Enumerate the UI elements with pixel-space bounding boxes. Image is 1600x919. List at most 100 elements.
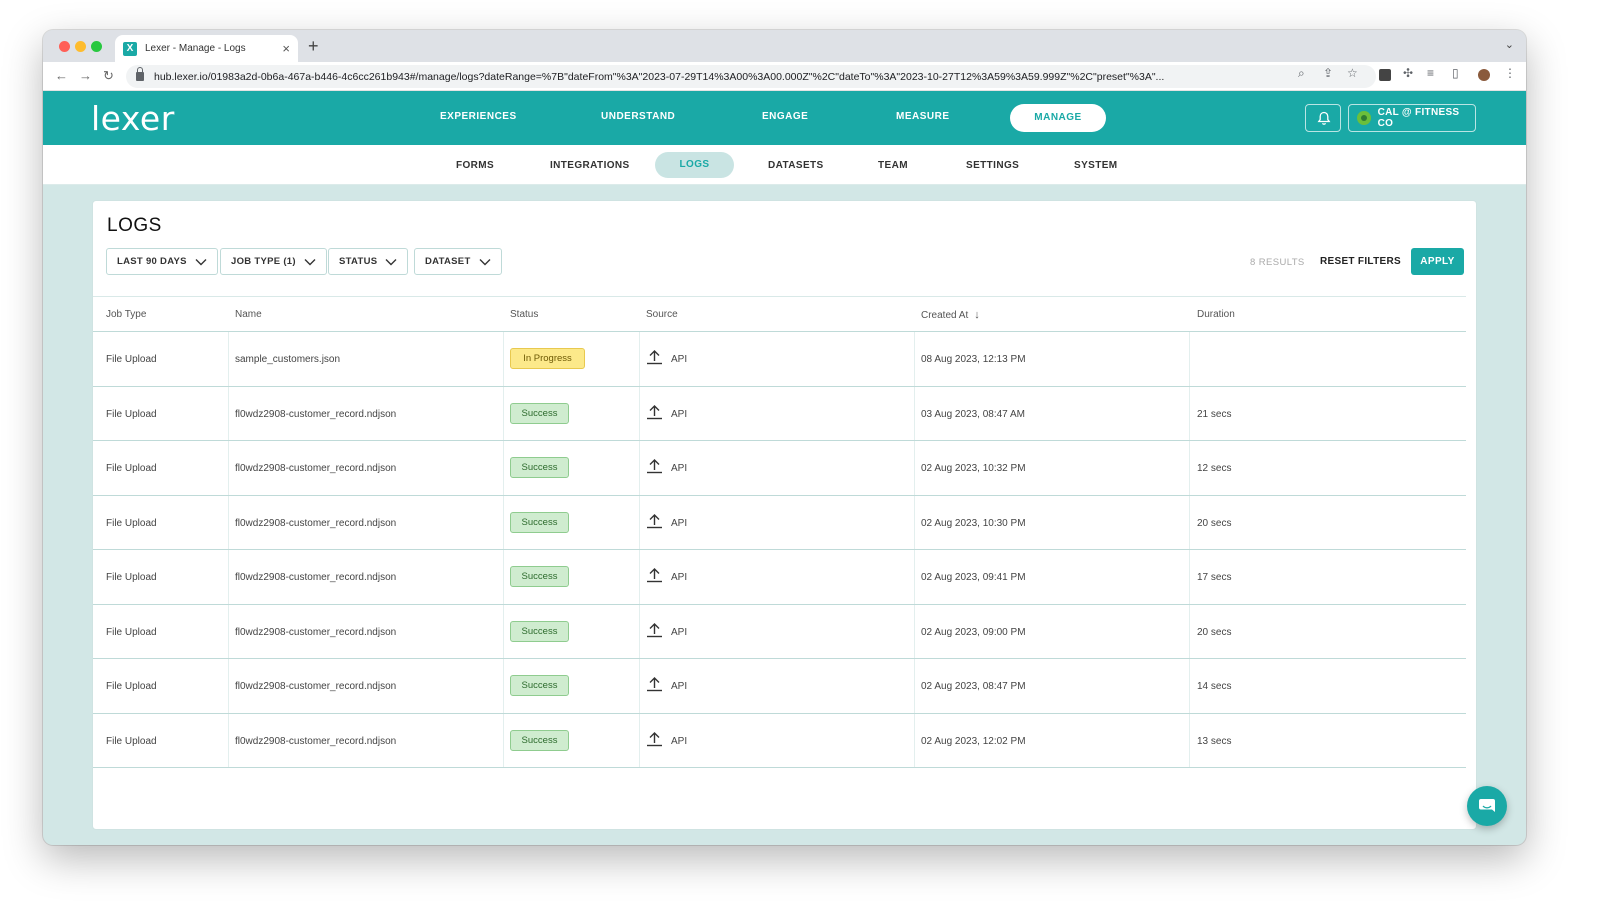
status-badge: Success [510,620,569,642]
column-divider [503,386,504,440]
new-tab-plus-icon[interactable]: + [308,36,319,57]
subnav-forms[interactable]: FORMS [456,160,494,171]
column-created-at[interactable]: Created At ↓ [921,309,980,321]
filter-date-range[interactable]: LAST 90 DAYS [106,248,218,275]
cell-source: API [671,681,688,692]
subnav-datasets[interactable]: DATASETS [768,160,824,171]
close-window-button[interactable] [59,41,70,52]
extension-icon[interactable] [1379,69,1391,81]
nav-measure[interactable]: MEASURE [896,111,950,122]
cell-duration: 14 secs [1197,681,1232,692]
cell-duration: 21 secs [1197,408,1232,420]
column-source[interactable]: Source [646,309,678,320]
address-bar[interactable]: hub.lexer.io/01983a2d-0b6a-467a-b446-4c6… [126,65,1376,88]
profile-avatar-icon[interactable] [1478,69,1490,81]
subnav-system[interactable]: SYSTEM [1074,160,1118,171]
cell-created-at: 03 Aug 2023, 08:47 AM [921,408,1025,420]
table-row[interactable]: File Upload fl0wdz2908-customer_record.nd… [93,550,1466,605]
forward-arrow-icon[interactable]: → [79,68,92,83]
column-divider [1189,659,1190,713]
column-divider [1189,386,1190,440]
share-icon[interactable]: ⇪ [1323,66,1333,80]
puzzle-icon[interactable]: ✣ [1403,66,1413,80]
cell-created-at: 02 Aug 2023, 10:30 PM [921,517,1026,529]
reading-list-icon[interactable]: ≡ [1427,66,1434,80]
cell-name: fl0wdz2908-customer_record.ndjson [235,572,397,583]
nav-experiences[interactable]: EXPERIENCES [440,111,517,122]
table-row[interactable]: File Upload fl0wdz2908-customer_record.nd… [93,659,1466,714]
tab-close-icon[interactable]: × [282,41,290,56]
table-row[interactable]: File Upload fl0wdz2908-customer_record.nd… [93,495,1466,550]
cell-job-type: File Upload [106,626,157,638]
table-row[interactable]: File Upload fl0wdz2908-customer_record.nd… [93,441,1466,496]
table-row[interactable]: File Upload sample_customers.json In Progr… [93,332,1466,387]
column-divider [639,441,640,495]
table-row[interactable]: File Upload fl0wdz2908-customer_record.nd… [93,713,1466,768]
table-row[interactable]: File Upload fl0wdz2908-customer_record.nd… [93,604,1466,659]
reset-filters-button[interactable]: RESET FILTERS [1320,256,1401,267]
column-divider [503,659,504,713]
column-divider [228,713,229,767]
bell-icon [1317,111,1331,125]
column-divider [1189,550,1190,604]
back-arrow-icon[interactable]: ← [55,68,68,83]
column-job-type[interactable]: Job Type [106,309,146,320]
cell-created-at: 02 Aug 2023, 09:41 PM [921,572,1026,583]
reload-icon[interactable]: ↻ [103,68,114,84]
column-divider [228,604,229,658]
column-divider [639,550,640,604]
maximize-window-button[interactable] [91,41,102,52]
filter-status[interactable]: STATUS [328,248,409,275]
nav-understand[interactable]: UNDERSTAND [601,111,675,122]
status-badge: Success [510,402,569,424]
subnav-settings[interactable]: SETTINGS [966,160,1019,171]
filter-dataset[interactable]: DATASET [414,248,502,275]
filter-status-label: STATUS [339,256,378,267]
subnav-integrations[interactable]: INTEGRATIONS [550,160,630,171]
column-divider [1189,495,1190,549]
side-panel-icon[interactable]: ▯ [1452,66,1459,80]
cell-job-type: File Upload [106,735,157,747]
nav-engage[interactable]: ENGAGE [762,111,808,122]
column-divider [639,604,640,658]
table-row[interactable]: File Upload fl0wdz2908-customer_record.nd… [93,386,1466,441]
status-badge: Success [510,457,569,478]
subnav-logs[interactable]: LOGS [655,152,734,178]
column-status[interactable]: Status [510,309,538,320]
column-divider [639,332,640,386]
column-divider [914,386,915,440]
column-divider [639,495,640,549]
account-switcher-button[interactable]: CAL @ FITNESS CO [1348,104,1476,132]
lexer-logo[interactable]: lexer [91,99,175,138]
apply-button[interactable]: APPLY [1411,248,1464,275]
tab-search-chevron-icon[interactable]: ⌄ [1505,38,1514,51]
column-name[interactable]: Name [235,309,262,320]
browser-tab[interactable]: X Lexer - Manage - Logs × [115,35,298,62]
subnav-team[interactable]: TEAM [878,160,908,171]
lock-icon [136,67,144,81]
chevron-down-icon [385,258,397,265]
minimize-window-button[interactable] [75,41,86,52]
cell-source: API [671,354,688,365]
cell-duration: 20 secs [1197,517,1232,529]
column-divider [1189,713,1190,767]
filter-job-type[interactable]: JOB TYPE (1) [220,248,327,275]
column-duration[interactable]: Duration [1197,309,1235,320]
cell-name: fl0wdz2908-customer_record.ndjson [235,463,397,474]
column-divider [228,332,229,386]
column-divider [228,550,229,604]
chevron-down-icon [304,258,316,265]
bookmark-star-icon[interactable]: ☆ [1347,66,1358,80]
chat-button[interactable] [1467,786,1507,826]
notifications-button[interactable] [1305,104,1341,132]
column-divider [1189,441,1190,495]
app-header: lexer EXPERIENCES UNDERSTAND ENGAGE MEAS… [43,91,1526,145]
sort-descending-icon[interactable]: ↓ [974,309,980,321]
column-created-at-label: Created At [921,310,969,321]
more-menu-icon[interactable]: ⋮ [1504,66,1516,80]
tab-title: Lexer - Manage - Logs [145,43,246,54]
zoom-icon[interactable]: ⌕ [1298,66,1305,81]
cell-created-at: 02 Aug 2023, 12:02 PM [921,735,1026,747]
column-divider [639,659,640,713]
nav-manage[interactable]: MANAGE [1010,104,1106,132]
